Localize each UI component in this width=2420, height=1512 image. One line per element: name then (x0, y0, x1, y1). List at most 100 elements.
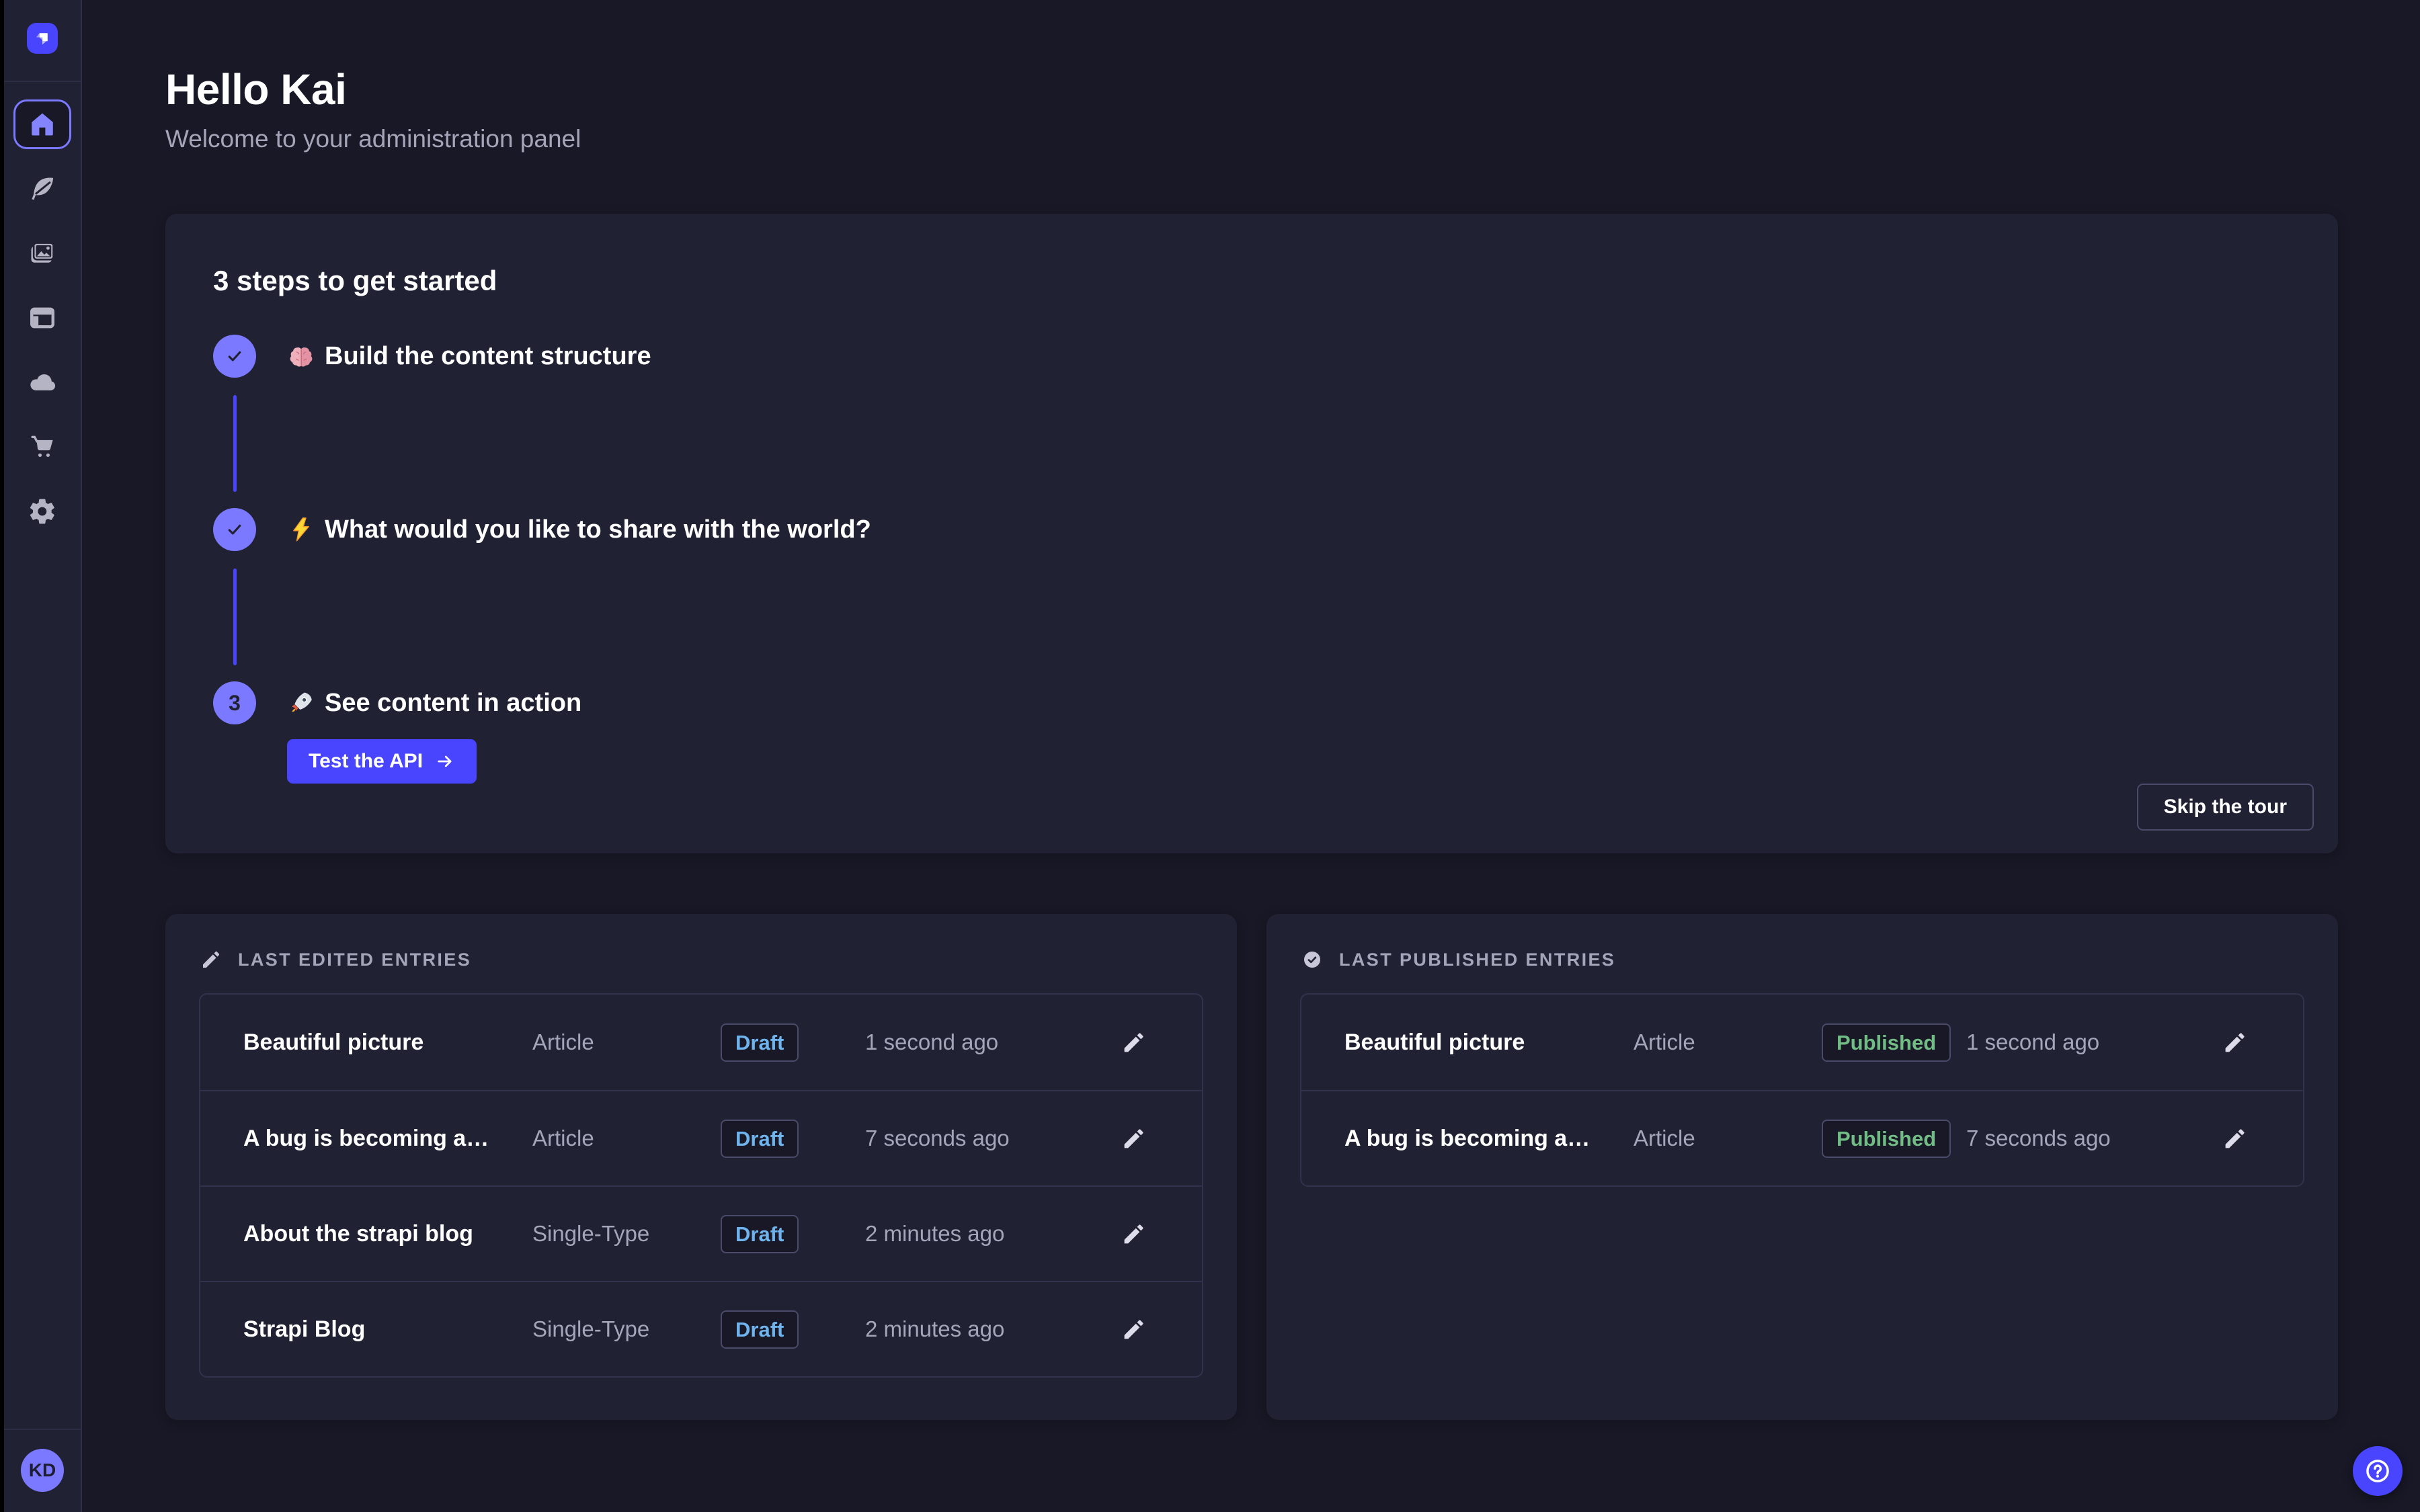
step-number-marker: 3 (213, 681, 256, 724)
entry-row: A bug is becoming a… Article Published 7… (1301, 1090, 2303, 1185)
panel-title: LAST EDITED ENTRIES (238, 950, 471, 970)
status-badge: Draft (721, 1120, 799, 1158)
entry-updated-time: 1 second ago (865, 1030, 1121, 1055)
help-button[interactable] (2353, 1446, 2403, 1496)
entry-title: Beautiful picture (243, 1030, 532, 1056)
entry-panels: LAST EDITED ENTRIES Beautiful picture Ar… (165, 914, 2338, 1420)
entry-title: Beautiful picture (1344, 1030, 1634, 1056)
entry-type: Article (532, 1126, 721, 1151)
status-badge: Draft (721, 1310, 799, 1349)
entry-title: Strapi Blog (243, 1316, 532, 1343)
arrow-right-icon (435, 751, 455, 771)
get-started-card: 3 steps to get started (165, 214, 2338, 853)
step-number: 3 (229, 691, 241, 716)
edit-entry-button[interactable] (1121, 1126, 1159, 1151)
edit-entry-button[interactable] (2222, 1030, 2260, 1055)
step-label: See content in action (325, 689, 581, 718)
tour-steps: Build the content structure (213, 335, 2290, 784)
entry-updated-time: 7 seconds ago (865, 1126, 1121, 1151)
entry-row: Beautiful picture Article Published 1 se… (1301, 995, 2303, 1090)
entry-title: A bug is becoming a… (243, 1126, 532, 1152)
entry-updated-time: 2 minutes ago (865, 1316, 1121, 1342)
home-icon (28, 110, 57, 139)
edit-entry-button[interactable] (1121, 1317, 1159, 1342)
tour-step-1: Build the content structure (213, 335, 2290, 508)
step-label: What would you like to share with the wo… (325, 515, 871, 544)
strapi-logo[interactable] (27, 23, 58, 54)
edit-entry-button[interactable] (1121, 1222, 1159, 1247)
sidebar-item-media-library[interactable] (13, 228, 71, 278)
page-header: Hello Kai Welcome to your administration… (165, 65, 2338, 153)
sidebar: KD (4, 0, 82, 1512)
published-entries-table: Beautiful picture Article Published 1 se… (1300, 993, 2304, 1187)
strapi-admin-screen: KD Hello Kai Welcome to your administrat… (0, 0, 2420, 1512)
entry-row: Beautiful picture Article Draft 1 second… (200, 995, 1202, 1090)
tour-step-2: What would you like to share with the wo… (213, 508, 2290, 681)
status-badge: Draft (721, 1215, 799, 1253)
pencil-icon (1121, 1317, 1146, 1342)
step-connector (233, 395, 237, 492)
entry-row: Strapi Blog Single-Type Draft 2 minutes … (200, 1281, 1202, 1376)
page-title: Hello Kai (165, 65, 2338, 114)
sidebar-item-cloud[interactable] (13, 358, 71, 407)
entry-updated-time: 1 second ago (1966, 1030, 2222, 1055)
entry-type: Single-Type (532, 1316, 721, 1342)
rocket-emoji (287, 689, 315, 717)
pencil-icon (1121, 1222, 1146, 1247)
entry-updated-time: 2 minutes ago (865, 1221, 1121, 1247)
status-badge: Draft (721, 1023, 799, 1062)
content-manager-icon (28, 303, 57, 333)
entry-title: About the strapi blog (243, 1221, 532, 1247)
page-subtitle: Welcome to your administration panel (165, 125, 2338, 153)
entry-row: A bug is becoming a… Article Draft 7 sec… (200, 1090, 1202, 1185)
last-published-panel: LAST PUBLISHED ENTRIES Beautiful picture… (1266, 914, 2338, 1420)
tour-title: 3 steps to get started (213, 265, 2290, 297)
marketplace-cart-icon (28, 432, 57, 462)
pencil-icon (200, 949, 222, 970)
sidebar-item-settings[interactable] (13, 487, 71, 536)
pencil-icon (2222, 1126, 2247, 1151)
pencil-icon (2222, 1030, 2247, 1055)
edit-entry-button[interactable] (1121, 1030, 1159, 1055)
skip-tour-button[interactable]: Skip the tour (2137, 784, 2314, 831)
sidebar-item-marketplace[interactable] (13, 422, 71, 472)
strapi-logo-glyph (31, 27, 54, 50)
brain-emoji (287, 342, 315, 370)
entry-title: A bug is becoming a… (1344, 1126, 1634, 1152)
sidebar-item-content-manager[interactable] (13, 293, 71, 343)
last-edited-panel: LAST EDITED ENTRIES Beautiful picture Ar… (165, 914, 1237, 1420)
sidebar-item-content-type-builder[interactable] (13, 164, 71, 214)
panel-title: LAST PUBLISHED ENTRIES (1339, 950, 1615, 970)
step-label: Build the content structure (325, 342, 651, 371)
entry-type: Article (1634, 1030, 1822, 1055)
check-icon (223, 345, 246, 368)
question-circle-icon (2364, 1457, 2392, 1485)
test-api-button[interactable]: Test the API (287, 739, 477, 784)
entry-type: Article (1634, 1126, 1822, 1151)
step-done-marker (213, 508, 256, 551)
avatar[interactable]: KD (21, 1449, 64, 1492)
settings-gear-icon (28, 497, 57, 526)
main-content: Hello Kai Welcome to your administration… (82, 0, 2420, 1512)
status-badge: Published (1822, 1120, 1951, 1158)
cloud-icon (28, 368, 57, 397)
sidebar-nav (13, 82, 71, 536)
tour-step-3: 3 (213, 681, 2290, 784)
check-circle-icon (1301, 949, 1323, 970)
sidebar-item-home[interactable] (13, 99, 71, 149)
edited-entries-table: Beautiful picture Article Draft 1 second… (199, 993, 1203, 1378)
entry-row: About the strapi blog Single-Type Draft … (200, 1185, 1202, 1281)
step-connector (233, 569, 237, 665)
entry-updated-time: 7 seconds ago (1966, 1126, 2222, 1151)
media-library-icon (28, 239, 57, 268)
entry-type: Single-Type (532, 1221, 721, 1247)
pencil-icon (1121, 1126, 1146, 1151)
check-icon (223, 518, 246, 541)
pencil-icon (1121, 1030, 1146, 1055)
entry-type: Article (532, 1030, 721, 1055)
step-done-marker (213, 335, 256, 378)
sidebar-bottom: KD (4, 1429, 81, 1512)
edit-entry-button[interactable] (2222, 1126, 2260, 1151)
feather-pen-icon (28, 174, 57, 204)
sidebar-divider (4, 1429, 81, 1430)
